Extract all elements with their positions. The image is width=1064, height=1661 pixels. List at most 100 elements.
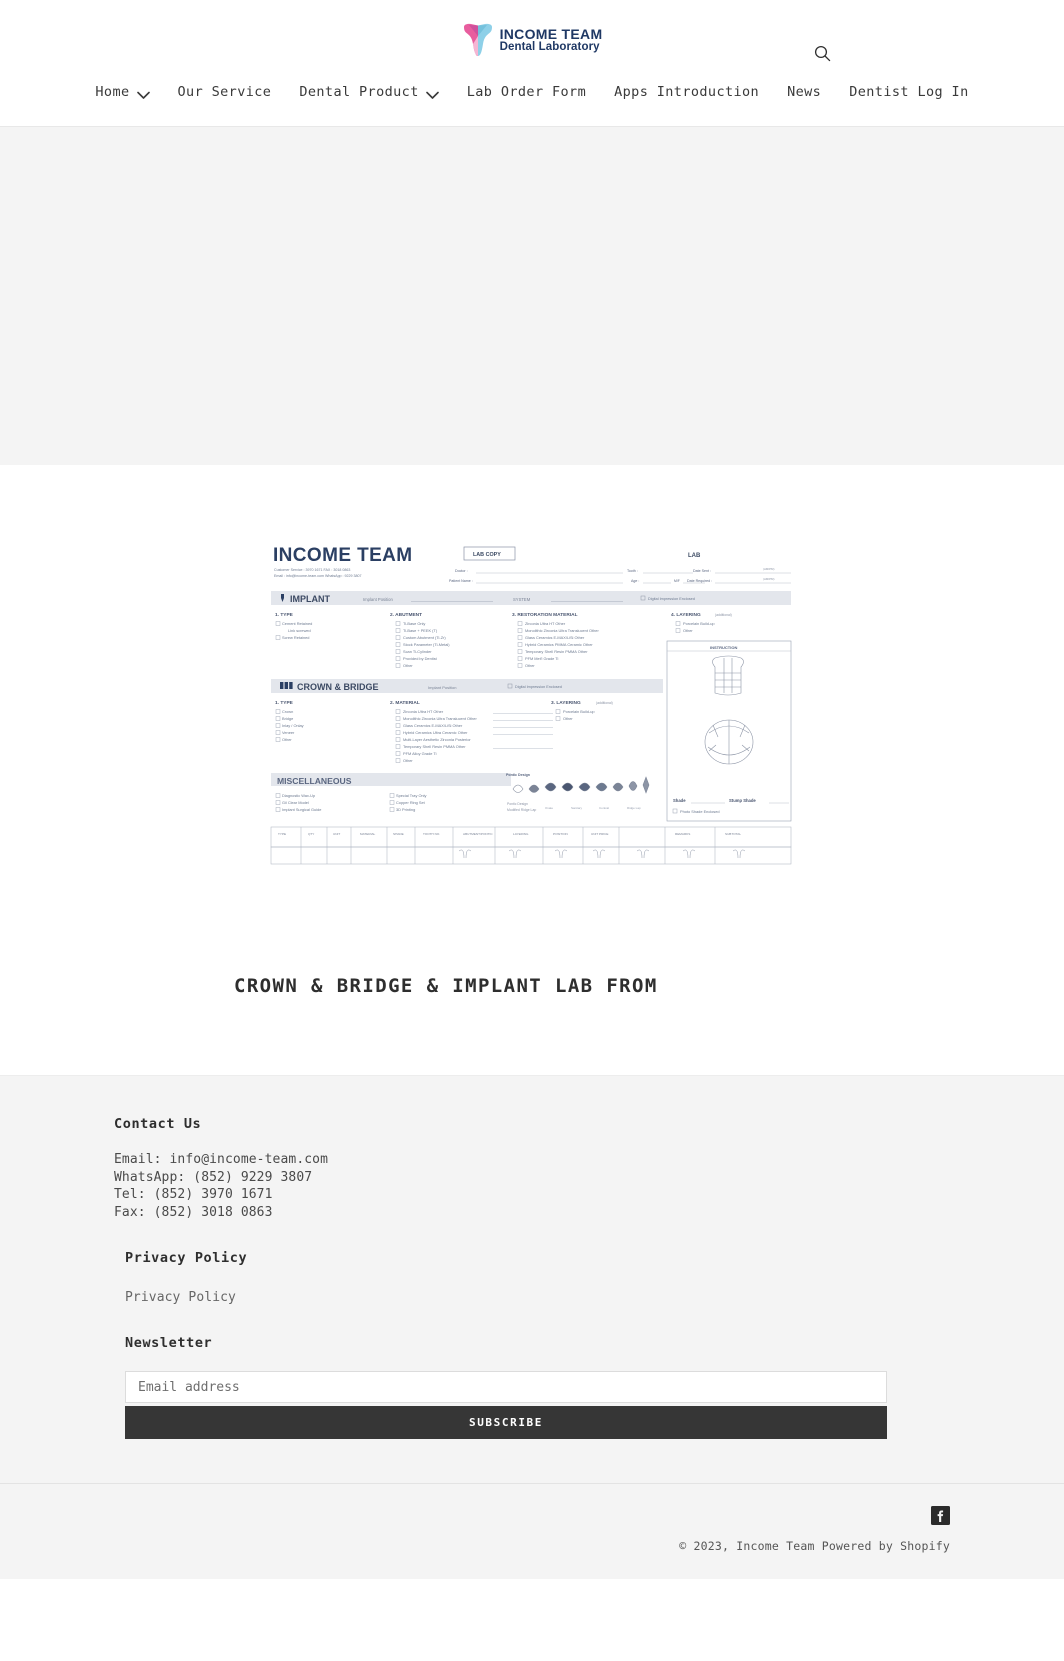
svg-text:Stock Parameter (Ti-Metal): Stock Parameter (Ti-Metal) [403,642,450,647]
nav-label: Dentist Log In [849,84,969,100]
svg-text:Ovate: Ovate [545,806,553,810]
svg-text:ABUTMENT/PONTIC: ABUTMENT/PONTIC [463,832,493,836]
svg-text:Modified Ridge Lap: Modified Ridge Lap [507,808,536,812]
svg-text:Other: Other [563,716,573,721]
footer-contact-block: Contact Us Email: info@income-team.com W… [114,1116,950,1220]
site-logo[interactable]: INCOME TEAM Dental Laboratory [462,23,603,57]
svg-text:Veneer: Veneer [282,730,295,735]
svg-text:INSTRUCTION: INSTRUCTION [710,645,737,650]
nav-item-dental-product[interactable]: Dental Product [285,80,452,104]
newsletter-form: SUBSCRIBE [125,1371,887,1440]
header-divider [0,126,1064,127]
svg-text:Link screwed: Link screwed [288,628,311,633]
nav-label: Our Service [177,84,272,100]
subscribe-button[interactable]: SUBSCRIBE [125,1406,887,1440]
logo-company-name: INCOME TEAM [499,25,603,42]
nav-item-home[interactable]: Home [81,80,163,104]
contact-tel: Tel: (852) 3970 1671 [114,1187,273,1203]
svg-text:LAB COPY: LAB COPY [473,552,501,558]
svg-text:Bridge: Bridge [282,716,293,721]
svg-text:3. LAYERING: 3. LAYERING [551,700,581,706]
svg-text:Other: Other [282,737,292,742]
svg-text:Ti-Base + PEEK (T): Ti-Base + PEEK (T) [403,628,438,633]
privacy-policy-link[interactable]: Privacy Policy [114,1290,236,1305]
nav-item-lab-order-form[interactable]: Lab Order Form [453,80,600,104]
svg-text:Shade: Shade [673,798,686,803]
header-top-bar: INCOME TEAM Dental Laboratory [0,14,1064,66]
svg-text:CROWN & BRIDGE: CROWN & BRIDGE [297,682,379,692]
svg-text:SUBTOTAL: SUBTOTAL [725,832,741,836]
svg-text:1. TYPE: 1. TYPE [275,700,294,706]
svg-text:Implant Surgical Guide: Implant Surgical Guide [282,807,321,812]
svg-text:Date Required :: Date Required : [687,579,712,583]
svg-text:3. RESTORATION MATERIAL: 3. RESTORATION MATERIAL [512,612,578,618]
svg-text:LAB: LAB [688,553,701,559]
svg-text:4. LAYERING: 4. LAYERING [671,612,701,618]
svg-text:LAYERING: LAYERING [513,832,529,836]
contact-fax: Fax: (852) 3018 0863 [114,1204,273,1220]
svg-text:Screw Retained: Screw Retained [282,635,309,640]
svg-text:Special Tray Only: Special Tray Only [396,793,427,798]
svg-text:TOOTH NO.: TOOTH NO. [423,832,440,836]
svg-text:SYSTEM: SYSTEM [513,597,531,602]
svg-text:Cement Retained: Cement Retained [282,621,312,626]
contact-whatsapp: WhatsApp: (852) 9229 3807 [114,1169,313,1185]
svg-text:POSITION: POSITION [553,832,568,836]
svg-text:3D Printing: 3D Printing [396,807,415,812]
svg-text:Tooth :: Tooth : [627,569,638,573]
svg-text:Conical: Conical [599,806,609,810]
contact-heading: Contact Us [114,1116,202,1132]
svg-text:Monolithic Zirconia Ultra Tran: Monolithic Zirconia Ultra Translucent Ot… [403,716,477,721]
lab-order-form-image: INCOME TEAM Customer Service : 3970 1671… [263,537,801,925]
svg-text:Glass Ceramics E-MAX/LiSi Oth: Glass Ceramics E-MAX/LiSi Other [403,723,463,728]
nav-label: Home [95,84,130,100]
svg-text:Patient Name :: Patient Name : [449,579,473,583]
newsletter-email-input[interactable] [125,1371,887,1404]
search-icon[interactable] [810,41,834,65]
facebook-icon[interactable] [931,1506,950,1526]
footer-newsletter-block: Newsletter SUBSCRIBE [114,1335,950,1440]
nav-label: Apps Introduction [614,84,760,100]
svg-text:TYPE: TYPE [278,832,286,836]
svg-text:Porcelain Build-up: Porcelain Build-up [563,709,595,714]
svg-text:Digital Impression Enclosed: Digital Impression Enclosed [648,597,695,601]
svg-text:Email : info@income-team.com: Email : info@income-team.com WhatsApp : … [274,574,362,578]
svg-text:Gil Clear Model: Gil Clear Model [282,800,309,805]
logo-wordmark: INCOME TEAM Dental Laboratory [499,25,603,54]
svg-text:MATERIAL: MATERIAL [360,832,376,836]
nav-item-apps-introduction[interactable]: Apps Introduction [600,80,773,104]
powered-by-shopify-link[interactable]: Powered by Shopify [822,1539,950,1553]
svg-text:PFM Alloy Grade Ti: PFM Alloy Grade Ti [403,751,437,756]
svg-text:M/F: M/F [674,579,680,583]
svg-text:Other: Other [525,663,535,668]
svg-text:Copper Ring Set: Copper Ring Set [396,800,426,805]
tooth-logo-icon [462,23,494,57]
store-name-link[interactable]: Income Team [736,1539,814,1553]
svg-text:1. TYPE: 1. TYPE [275,612,294,618]
nav-item-news[interactable]: News [773,80,835,104]
site-footer: Contact Us Email: info@income-team.com W… [0,1075,1064,1580]
nav-label: Dental Product [299,84,419,100]
svg-text:2. MATERIAL: 2. MATERIAL [390,700,420,706]
svg-text:REMARKS: REMARKS [675,832,690,836]
svg-text:Ti-Base Only: Ti-Base Only [403,621,425,626]
nav-item-dentist-log-in[interactable]: Dentist Log In [835,80,982,104]
svg-text:(AM/PM): (AM/PM) [763,577,774,581]
svg-text:Digital Impression Enclosed: Digital Impression Enclosed [515,685,562,689]
chevron-down-icon [425,88,439,99]
lab-form-figure: INCOME TEAM Customer Service : 3970 1671… [263,537,801,925]
svg-text:Stump Shade: Stump Shade [729,798,756,803]
svg-text:Implant Position: Implant Position [363,597,393,602]
svg-text:SHADE: SHADE [393,832,404,836]
svg-text:Pontic Design: Pontic Design [507,802,528,806]
site-header: INCOME TEAM Dental Laboratory Home Our S… [0,0,1064,127]
svg-text:Hybrid Ceramics Ultra Ceramic: Hybrid Ceramics Ultra Ceramic Other [403,730,468,735]
nav-item-our-service[interactable]: Our Service [164,80,286,104]
svg-text:Zirconia Ultra HT Other: Zirconia Ultra HT Other [525,621,566,626]
social-links [931,1506,950,1526]
logo-tagline: Dental Laboratory [499,41,600,54]
privacy-heading: Privacy Policy [125,1250,248,1267]
svg-text:Pontic Design: Pontic Design [506,773,530,777]
svg-text:Zirconia Ultra HT Other: Zirconia Ultra HT Other [403,709,444,714]
svg-text:Other: Other [403,758,413,763]
